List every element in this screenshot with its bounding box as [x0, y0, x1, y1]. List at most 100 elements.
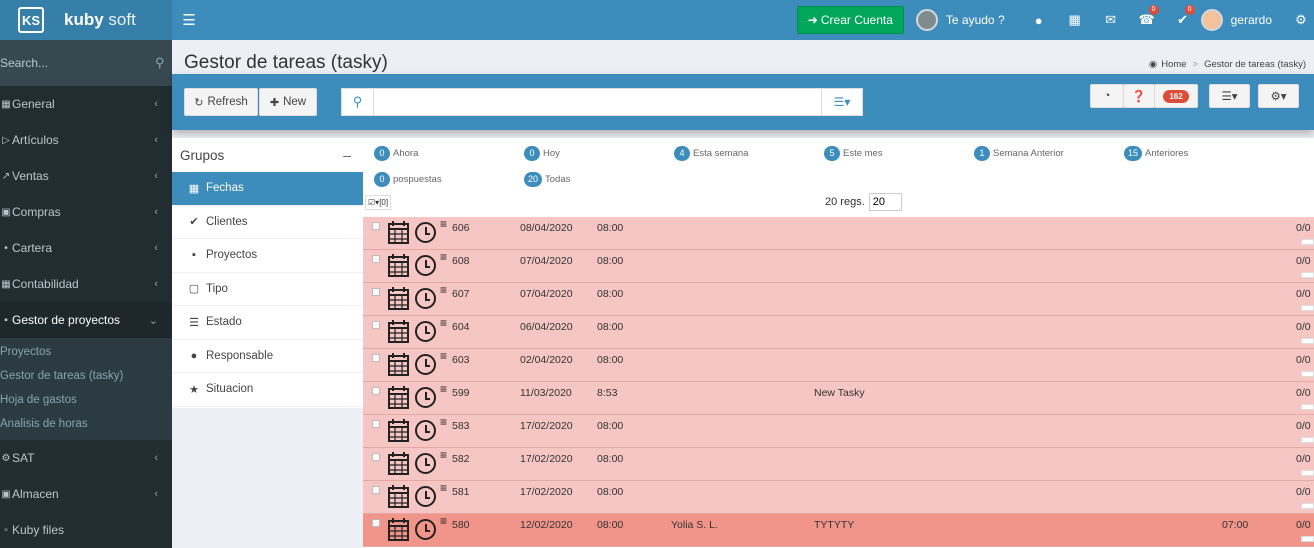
row-checkbox[interactable] — [372, 519, 380, 527]
row-checkbox[interactable] — [372, 222, 380, 230]
calendar-icon[interactable] — [388, 385, 409, 409]
table-row[interactable]: ≡ 580 12/02/2020 08:00 Yolia S. L. TYTYTY 07:0… — [363, 514, 1314, 547]
row-checkbox[interactable] — [372, 420, 380, 428]
table-row[interactable]: ≡ 604 06/04/2020 08:00 0/0 — [363, 316, 1314, 349]
task-id[interactable]: 581 — [452, 486, 470, 498]
calendar-icon[interactable] — [388, 253, 409, 277]
logo[interactable]: KS kuby soft — [0, 0, 172, 40]
clock-icon[interactable] — [415, 321, 436, 342]
sidebar-item-compras[interactable]: ▣ Compras ‹ — [0, 194, 172, 230]
notifications-button[interactable]: 162 — [1154, 84, 1198, 108]
task-id[interactable]: 583 — [452, 420, 470, 432]
table-row[interactable]: ≡ 581 17/02/2020 08:00 0/0 — [363, 481, 1314, 514]
filter-este-mes[interactable]: 5 Este mes — [824, 146, 883, 161]
search-icon[interactable]: ⚲ — [155, 55, 165, 71]
row-checkbox[interactable] — [372, 255, 380, 263]
table-row[interactable]: ≡ 608 07/04/2020 08:00 0/0 — [363, 250, 1314, 283]
gears-icon[interactable]: ⚙ — [1288, 12, 1314, 28]
sidebar-item-ventas[interactable]: ↗ Ventas ‹ — [0, 158, 172, 194]
sidebar-item-cartera[interactable]: • Cartera ‹ — [0, 230, 172, 266]
row-checkbox[interactable] — [372, 486, 380, 494]
filter-anteriores[interactable]: 15 Anteriores — [1124, 146, 1188, 161]
clock-icon[interactable] — [415, 486, 436, 507]
menu-lines-icon[interactable]: ≡ — [440, 449, 447, 461]
group-fechas[interactable]: ▦ Fechas — [172, 172, 363, 206]
submenu-item-horas[interactable]: Analisis de horas — [0, 412, 172, 436]
table-row[interactable]: ≡ 603 02/04/2020 08:00 0/0 — [363, 349, 1314, 382]
group-responsable[interactable]: ● Responsable — [172, 340, 363, 373]
calendar-icon[interactable] — [388, 319, 409, 343]
submenu-item-gastos[interactable]: Hoja de gastos — [0, 388, 172, 412]
clock-icon[interactable] — [415, 519, 436, 540]
task-title[interactable]: TYTYTY — [814, 519, 854, 531]
settings-button[interactable]: ⚙▾ — [1258, 84, 1299, 108]
check-circle-icon[interactable]: ✔ 0 — [1165, 5, 1201, 28]
group-situacion[interactable]: ★ Situacion — [172, 373, 363, 407]
collapse-icon[interactable]: – — [343, 147, 351, 163]
calendar-icon[interactable] — [388, 418, 409, 442]
row-checkbox[interactable] — [372, 354, 380, 362]
table-row[interactable]: ≡ 582 17/02/2020 08:00 0/0 — [363, 448, 1314, 481]
menu-lines-icon[interactable]: ≡ — [440, 482, 447, 494]
menu-lines-icon[interactable]: ≡ — [440, 383, 447, 395]
sidebar-item-general[interactable]: ▦ General ‹ — [0, 86, 172, 122]
map-marker-icon[interactable]: ● — [1021, 13, 1057, 28]
menu-lines-icon[interactable]: ≡ — [440, 515, 447, 527]
menu-lines-icon[interactable]: ≡ — [440, 284, 447, 296]
task-id[interactable]: 604 — [452, 321, 470, 333]
clock-icon[interactable] — [415, 387, 436, 408]
submenu-item-proyectos[interactable]: Proyectos — [0, 340, 172, 364]
user-name[interactable]: gerardo — [1231, 13, 1272, 27]
group-proyectos[interactable]: ▪ Proyectos — [172, 239, 363, 273]
task-title[interactable]: New Tasky — [814, 387, 865, 399]
view-menu-button[interactable]: ☰▾ — [1209, 84, 1250, 108]
group-clientes[interactable]: ✔ Clientes — [172, 206, 363, 239]
calendar-icon[interactable] — [388, 484, 409, 508]
sidebar-item-contabilidad[interactable]: ▦ Contabilidad ‹ — [0, 266, 172, 302]
menu-lines-icon[interactable]: ≡ — [440, 317, 447, 329]
clock-icon[interactable] — [415, 420, 436, 441]
group-tipo[interactable]: ▢ Tipo — [172, 273, 363, 306]
refresh-button[interactable]: ↻ Refresh — [184, 88, 258, 116]
filter-pospuestas[interactable]: 0 pospuestas — [374, 172, 442, 187]
regs-input[interactable] — [868, 193, 902, 211]
calendar-icon[interactable]: ▦ — [1057, 12, 1093, 28]
table-row[interactable]: ≡ 606 08/04/2020 08:00 0/0 — [363, 217, 1314, 250]
task-id[interactable]: 608 — [452, 255, 470, 267]
filter-todas[interactable]: 20 Todas — [524, 172, 570, 187]
calendar-icon[interactable] — [388, 517, 409, 541]
clock-icon[interactable] — [415, 222, 436, 243]
clock-icon[interactable] — [415, 354, 436, 375]
menu-lines-icon[interactable]: ≡ — [440, 416, 447, 428]
menu-lines-icon[interactable]: ≡ — [440, 350, 447, 362]
task-id[interactable]: 599 — [452, 387, 470, 399]
filter-ahora[interactable]: 0 Ahora — [374, 146, 418, 161]
menu-lines-icon[interactable]: ≡ — [440, 251, 447, 263]
calendar-icon[interactable] — [388, 352, 409, 376]
help-button[interactable]: ❓ — [1123, 84, 1155, 108]
table-row[interactable]: ≡ 599 11/03/2020 8:53 New Tasky 0/0 — [363, 382, 1314, 415]
filter-esta-semana[interactable]: 4 Esta semana — [674, 146, 748, 161]
filter-hoy[interactable]: 0 Hoy — [524, 146, 560, 161]
menu-lines-icon[interactable]: ≡ — [440, 218, 447, 230]
user-avatar[interactable] — [1200, 9, 1223, 31]
task-id[interactable]: 580 — [452, 519, 470, 531]
pie-chart-button[interactable]: ◔ — [1090, 84, 1124, 108]
search-icon[interactable]: ⚲ — [341, 88, 374, 116]
breadcrumb-home[interactable]: Home — [1161, 59, 1186, 70]
menu-toggle-icon[interactable]: ☰ — [172, 11, 206, 29]
row-checkbox[interactable] — [372, 453, 380, 461]
submenu-item-tasky[interactable]: Gestor de tareas (tasky) — [0, 364, 172, 388]
clock-icon[interactable] — [415, 453, 436, 474]
new-button[interactable]: ✚ New — [259, 88, 317, 116]
clock-icon[interactable] — [415, 288, 436, 309]
group-estado[interactable]: ☰ Estado — [172, 306, 363, 340]
helper-avatar[interactable] — [915, 9, 938, 31]
sidebar-item-kuby-files[interactable]: ▫ Kuby files — [0, 512, 172, 548]
table-row[interactable]: ≡ 607 07/04/2020 08:00 0/0 — [363, 283, 1314, 316]
filter-semana-anterior[interactable]: 1 Semana Anterior — [974, 146, 1064, 161]
row-checkbox[interactable] — [372, 321, 380, 329]
select-all-dropdown[interactable]: ☑▾ [0] — [365, 195, 392, 210]
task-id[interactable]: 582 — [452, 453, 470, 465]
calendar-icon[interactable] — [388, 220, 409, 244]
